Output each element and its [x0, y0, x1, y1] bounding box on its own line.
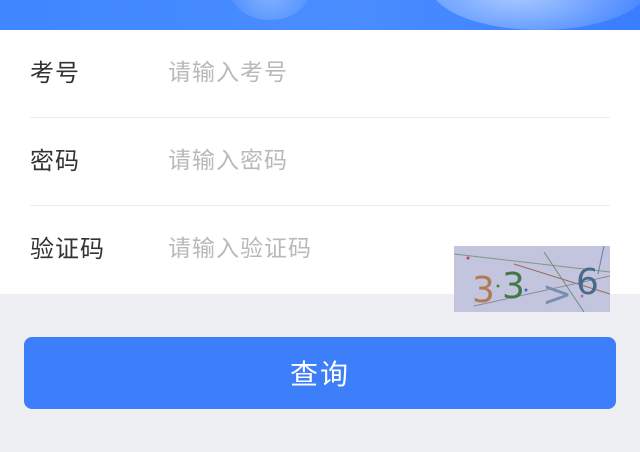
- exam-number-input[interactable]: [168, 50, 428, 96]
- exam-number-row: 考号: [0, 30, 640, 118]
- query-button[interactable]: 查询: [24, 337, 616, 409]
- banner-decoration: [230, 0, 310, 20]
- captcha-char: 3: [472, 270, 495, 311]
- exam-number-label: 考号: [30, 59, 80, 87]
- captcha-char: 3: [502, 266, 525, 307]
- captcha-char: 6: [576, 262, 599, 303]
- password-label: 密码: [30, 147, 80, 175]
- login-form: 考号 密码 验证码 3 3 > 6: [0, 30, 640, 312]
- password-row: 密码: [0, 118, 640, 206]
- captcha-label: 验证码: [30, 235, 105, 263]
- password-input[interactable]: [168, 138, 428, 184]
- header-banner: [0, 0, 640, 30]
- captcha-input[interactable]: [168, 226, 428, 272]
- captcha-char: >: [542, 274, 572, 312]
- captcha-image[interactable]: 3 3 > 6: [454, 246, 610, 312]
- captcha-row: 验证码 3 3 > 6: [0, 206, 640, 312]
- captcha-graphic: 3 3 > 6: [454, 246, 610, 312]
- banner-decoration: [430, 0, 640, 30]
